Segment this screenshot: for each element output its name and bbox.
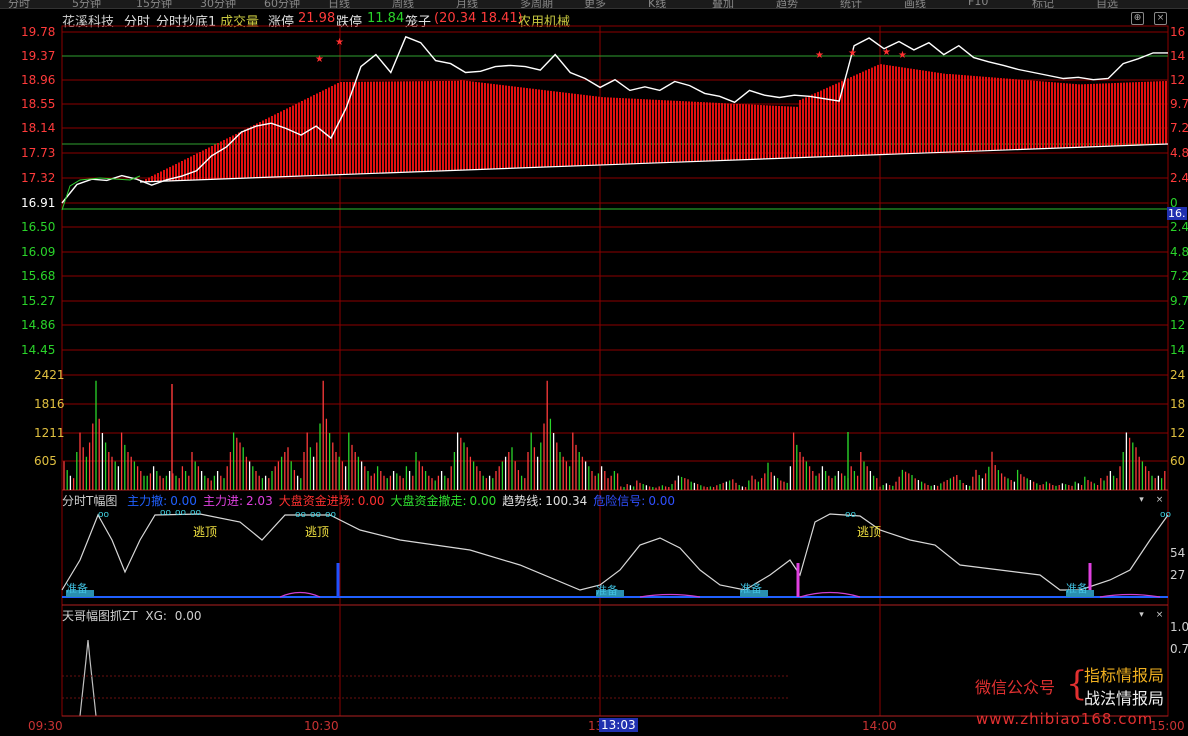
panel-t-item: 大盘资金撤走: — [390, 494, 467, 508]
panel-t-item: 主力进: — [202, 494, 243, 508]
signal-star: ★ — [882, 47, 891, 58]
escape-top-label: 逃顶 — [305, 525, 330, 539]
price-axis-label: 14.86 — [21, 318, 56, 332]
pct-axis-label: 9.7 — [1170, 294, 1188, 308]
volume-axis-right-label: 24 — [1170, 368, 1186, 382]
ready-label: 准备 — [66, 582, 88, 595]
panel-t-item: 主力撤: — [127, 494, 168, 508]
price-axis-label: 16.50 — [21, 220, 56, 234]
pct-axis-label: 7.2 — [1170, 269, 1188, 283]
pct-axis-label: 2.4 — [1170, 220, 1188, 234]
volume-axis-right-label: 18 — [1170, 397, 1186, 411]
panel-t-value: 2.03 — [245, 494, 273, 508]
price-axis-label: 19.37 — [21, 49, 56, 63]
panel-t-value: 0.00 — [357, 494, 385, 508]
panel-zt-axis-label: 0.7 — [1170, 642, 1188, 656]
watermark-line2: 战法情报局 — [1084, 689, 1165, 708]
signal-star: ★ — [815, 50, 824, 61]
price-axis-current: 16.91 — [21, 196, 56, 210]
time-label-1030: 10:30 — [304, 719, 339, 733]
pct-axis-label: 9.7 — [1170, 97, 1188, 111]
signal-star: ★ — [335, 37, 344, 48]
pct-axis-label: 7.2 — [1170, 121, 1188, 135]
panel-zt-dropdown-icon[interactable]: ▾ — [1136, 610, 1147, 621]
volume-axis-label: 1816 — [34, 397, 65, 411]
panel-zt-close-icon[interactable]: × — [1154, 610, 1165, 621]
top-marker: oo — [190, 508, 202, 518]
top-marker: oo — [98, 510, 110, 520]
price-axis-label: 18.14 — [21, 121, 56, 135]
signal-star: ★ — [848, 48, 857, 59]
time-label-1400: 14:00 — [862, 719, 897, 733]
ready-label: 准备 — [596, 584, 618, 597]
panel-t-axis-label: 54 — [1170, 546, 1186, 560]
volume-axis-right-label: 12 — [1170, 426, 1186, 440]
panel-t-axis-label: 27 — [1170, 568, 1186, 582]
panel-t-value: 0.00 — [170, 494, 197, 508]
pct-axis-label: 12 — [1170, 73, 1186, 87]
escape-top-label: 逃顶 — [857, 525, 882, 539]
panel-t-close-icon[interactable]: × — [1154, 495, 1165, 506]
signal-star: ★ — [315, 54, 324, 65]
price-axis-label: 18.96 — [21, 73, 56, 87]
panel-t-value: 0.00 — [469, 494, 497, 508]
price-axis-label: 17.32 — [21, 171, 56, 185]
ready-label: 准备 — [1066, 582, 1088, 595]
volume-axis-right-label: 60 — [1170, 454, 1186, 468]
top-marker: oo — [845, 510, 857, 520]
price-axis-label: 19.78 — [21, 25, 56, 39]
pct-axis-label: 4.8 — [1170, 146, 1188, 160]
panel-t-item: 危险信号: — [593, 494, 646, 508]
watermark-url: www.zhibiao168.com — [976, 710, 1154, 728]
panel-t-item: 趋势线: — [502, 494, 543, 508]
watermark-line1: 指标情报局 — [1084, 666, 1165, 685]
top-marker: oo — [175, 508, 187, 518]
panel-t-item: 大盘资金进场: — [278, 494, 355, 508]
panel-t-value: 100.34 — [545, 494, 588, 508]
panel-t-value: 0.00 — [648, 494, 676, 508]
pct-axis-label: 14 — [1170, 49, 1186, 63]
xg-value: 0.00 — [174, 609, 202, 623]
pct-axis-label: 12 — [1170, 318, 1186, 332]
price-axis-label: 17.73 — [21, 146, 56, 160]
zt-spike — [79, 639, 97, 717]
price-axis-label: 18.55 — [21, 97, 56, 111]
xg-label: XG: — [145, 609, 167, 623]
price-axis-label: 15.27 — [21, 294, 56, 308]
price-axis-label: 14.45 — [21, 343, 56, 357]
signal-star: ★ — [898, 50, 907, 61]
escape-top-label: 逃顶 — [193, 525, 218, 539]
panel-zt-axis-label: 1.0 — [1170, 620, 1188, 634]
time-label-0930: 09:30 — [28, 719, 63, 733]
chart-canvas: ★★★ ★ ★ ★oo oo oo oo oo oo oo oo oo — [61, 25, 1172, 717]
pct-axis-label: 4.8 — [1170, 245, 1188, 259]
ready-label: 准备 — [740, 582, 762, 595]
current-price-badge: 16. — [1167, 207, 1187, 220]
pct-axis-label: 14 — [1170, 343, 1186, 357]
volume-axis-label: 1211 — [34, 426, 65, 440]
top-marker: oo — [1160, 510, 1172, 520]
pct-axis-label: 2.4 — [1170, 171, 1188, 185]
top-marker: oo — [325, 510, 337, 520]
top-marker: oo — [310, 510, 322, 520]
pct-axis-label: 16 — [1170, 25, 1186, 39]
cursor-time-badge: 13:03 — [599, 718, 638, 732]
trend-line — [61, 513, 1169, 591]
panel-t-title: 分时T幅图 — [62, 494, 118, 508]
top-marker: oo — [295, 510, 307, 520]
watermark-left: 微信公众号 — [975, 678, 1056, 697]
volume-axis-label: 605 — [34, 454, 57, 468]
price-line-start — [61, 175, 141, 211]
price-axis-label: 16.09 — [21, 245, 56, 259]
panel-t-header: 分时T幅图 主力撤: 0.00 主力进: 2.03 大盘资金进场: 0.00 大盘资金撤走:… — [62, 492, 675, 508]
top-marker: oo — [160, 508, 172, 518]
price-axis-label: 15.68 — [21, 269, 56, 283]
panel-zt-title: 天哥幅图抓ZT — [62, 609, 138, 623]
panel-t-dropdown-icon[interactable]: ▾ — [1136, 495, 1147, 506]
volume-axis-label: 2421 — [34, 368, 65, 382]
panel-zt-header: 天哥幅图抓ZT XG: 0.00 — [62, 607, 202, 624]
time-label-1500: 15:00 — [1150, 719, 1185, 733]
